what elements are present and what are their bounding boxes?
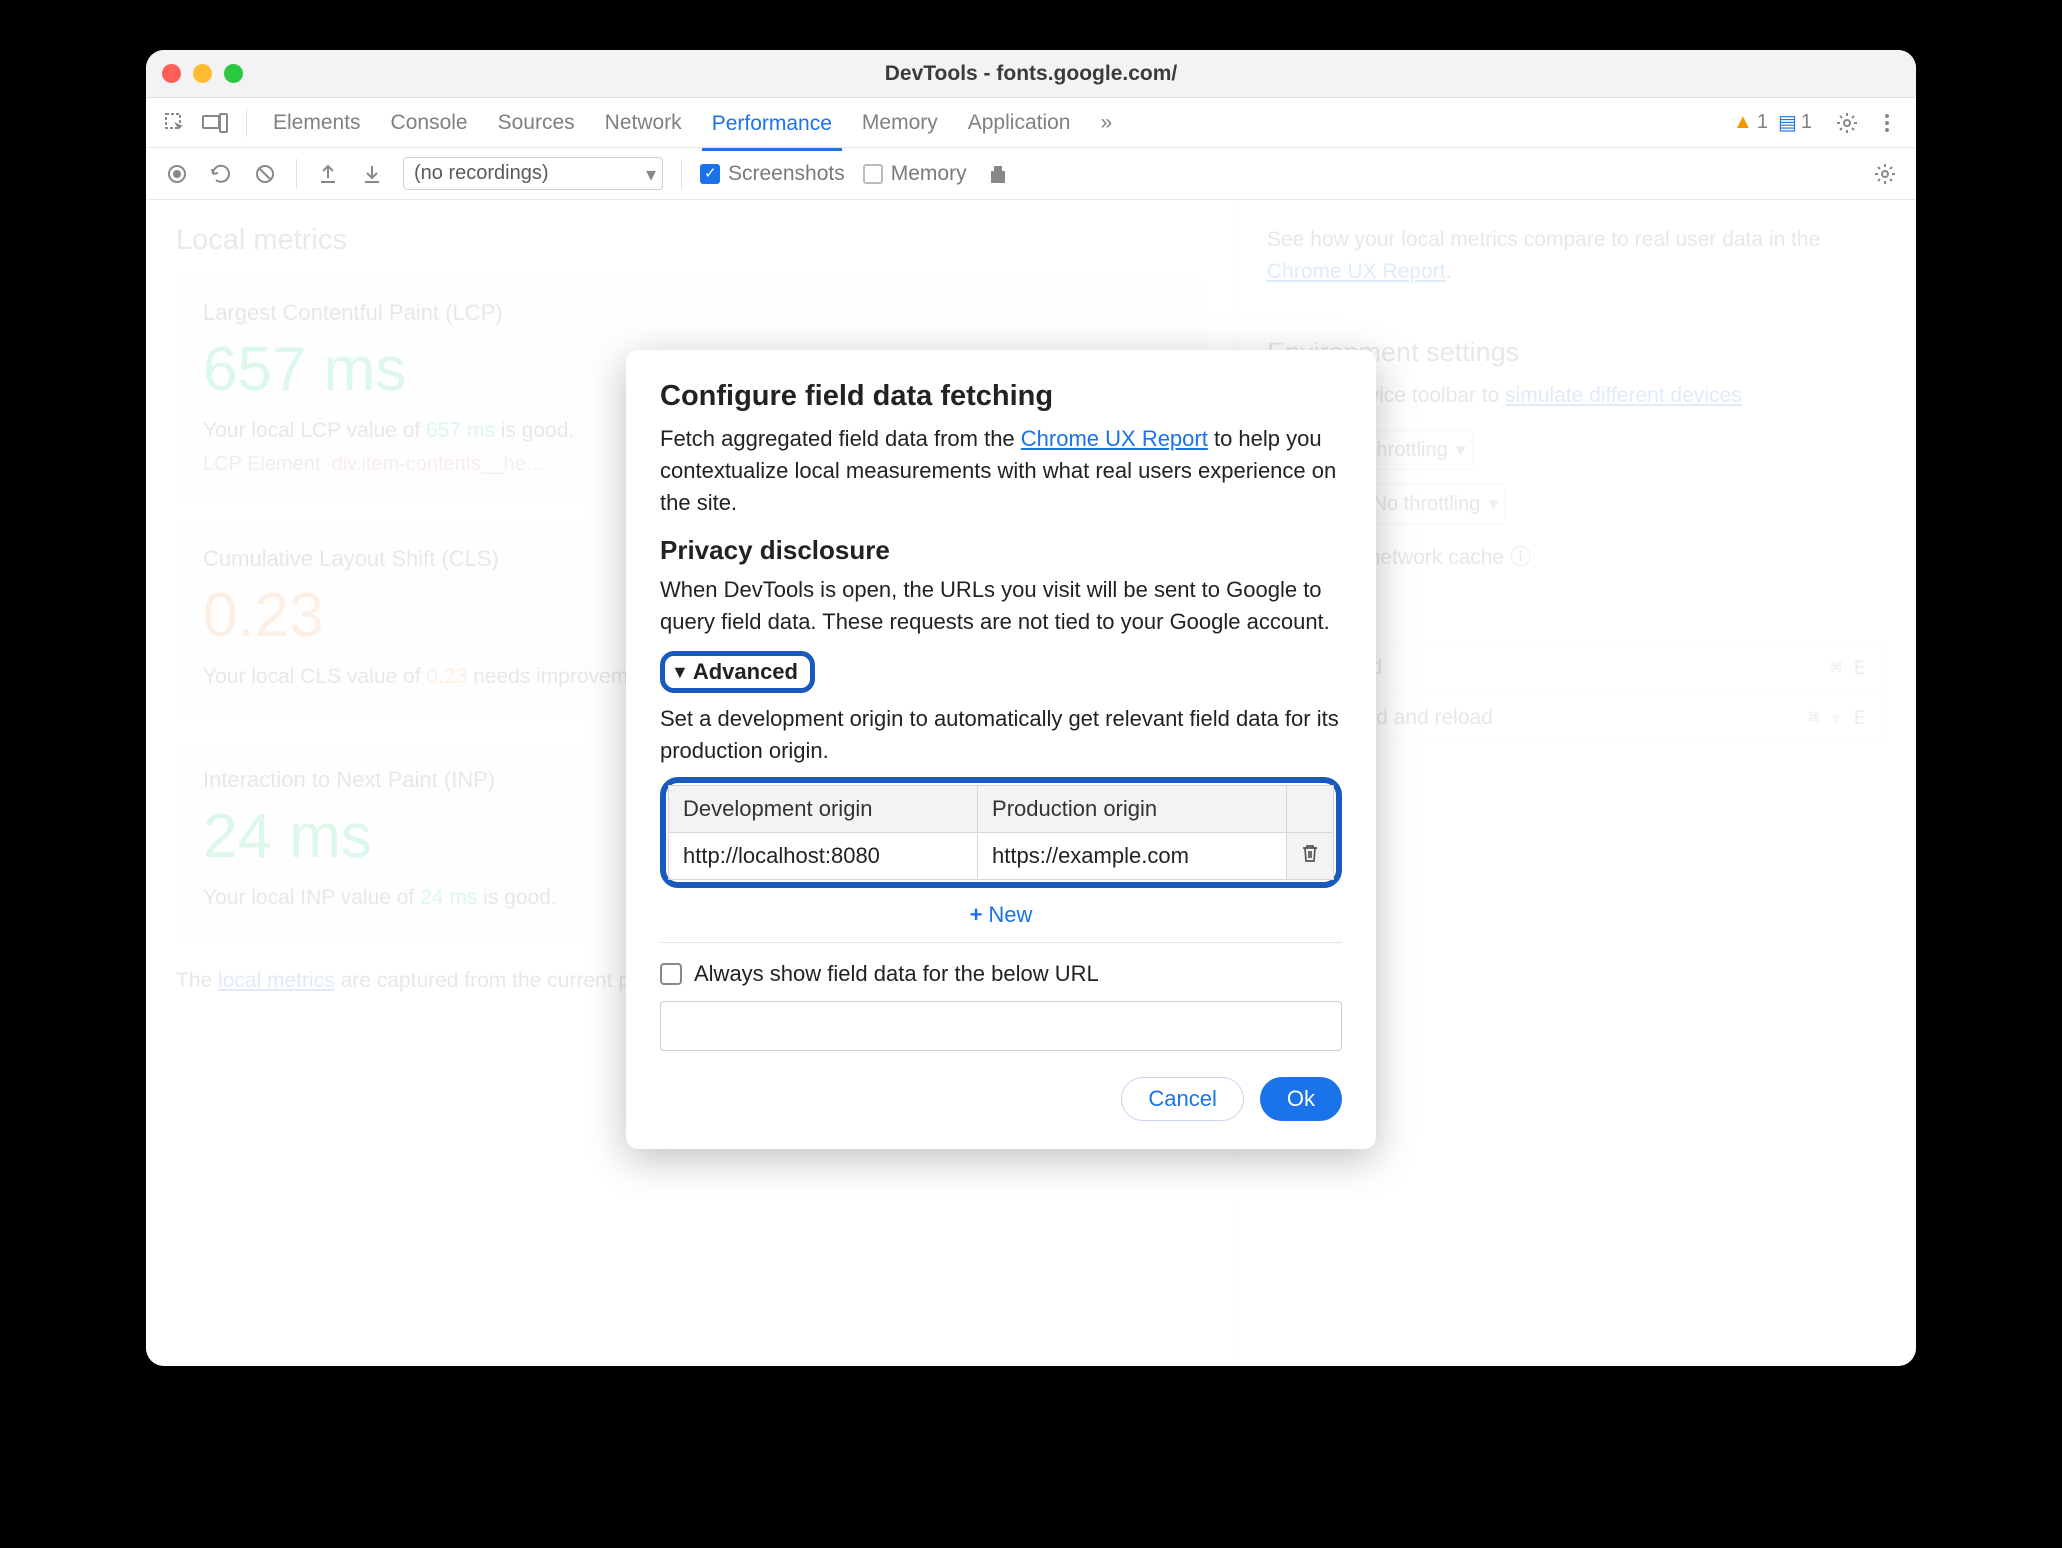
reload-icon[interactable] (208, 161, 234, 187)
crux-report-link[interactable]: Chrome UX Report (1021, 426, 1208, 451)
tab-memory[interactable]: Memory (852, 107, 948, 139)
inspect-element-icon[interactable] (160, 108, 190, 138)
device-toolbar-icon[interactable] (200, 108, 230, 138)
privacy-heading: Privacy disclosure (660, 535, 1342, 566)
delete-row-button[interactable] (1287, 833, 1334, 880)
add-row-button[interactable]: +New (660, 902, 1342, 928)
tab-elements[interactable]: Elements (263, 107, 371, 139)
triangle-down-icon: ▼ (671, 662, 689, 683)
checkbox-off-icon (863, 164, 883, 184)
gc-icon[interactable] (985, 161, 1011, 187)
dialog-intro: Fetch aggregated field data from the Chr… (660, 423, 1342, 519)
titlebar: DevTools - fonts.google.com/ (146, 50, 1916, 98)
performance-content: Local metrics Largest Contentful Paint (… (146, 200, 1916, 1366)
origin-mapping-table: Development origin Production origin htt… (668, 785, 1334, 880)
tab-sources[interactable]: Sources (488, 107, 585, 139)
th-dev-origin: Development origin (669, 786, 978, 833)
checkbox-off-icon (660, 963, 682, 985)
separator (681, 159, 682, 189)
origin-mapping-table-highlight: Development origin Production origin htt… (660, 777, 1342, 888)
dialog-title: Configure field data fetching (660, 380, 1342, 413)
record-icon[interactable] (164, 161, 190, 187)
clear-icon[interactable] (252, 161, 278, 187)
tabs-overflow[interactable]: » (1090, 107, 1122, 139)
privacy-body: When DevTools is open, the URLs you visi… (660, 574, 1342, 638)
window-title: DevTools - fonts.google.com/ (146, 62, 1916, 86)
settings-gear-icon[interactable] (1872, 161, 1898, 187)
checkbox-on-icon (700, 164, 720, 184)
devtools-window: DevTools - fonts.google.com/ Elements Co… (146, 50, 1916, 1366)
tab-console[interactable]: Console (381, 107, 478, 139)
separator (296, 159, 297, 189)
advanced-toggle[interactable]: ▼Advanced (660, 651, 815, 693)
field-data-dialog: Configure field data fetching Fetch aggr… (626, 350, 1376, 1149)
performance-toolbar: (no recordings) Screenshots Memory (146, 148, 1916, 200)
always-show-checkbox-row[interactable]: Always show field data for the below URL (660, 961, 1342, 987)
separator (246, 109, 247, 137)
dialog-footer: Cancel Ok (660, 1077, 1342, 1121)
messages-badge[interactable]: ▤1 (1778, 110, 1812, 135)
issues-badge[interactable]: ▲1 (1733, 111, 1768, 134)
th-prod-origin: Production origin (978, 786, 1287, 833)
advanced-desc: Set a development origin to automaticall… (660, 703, 1342, 767)
devtools-top-tabs: Elements Console Sources Network Perform… (146, 98, 1916, 148)
table-row: http://localhost:8080 https://example.co… (669, 833, 1334, 880)
more-icon[interactable] (1872, 108, 1902, 138)
cell-prod-origin[interactable]: https://example.com (978, 833, 1287, 880)
cancel-button[interactable]: Cancel (1121, 1077, 1243, 1121)
tab-application[interactable]: Application (958, 107, 1081, 139)
settings-icon[interactable] (1832, 108, 1862, 138)
memory-checkbox[interactable]: Memory (863, 162, 967, 186)
recordings-dropdown[interactable]: (no recordings) (403, 157, 663, 190)
trash-icon (1301, 843, 1319, 863)
divider (660, 942, 1342, 943)
tab-network[interactable]: Network (595, 107, 692, 139)
th-actions (1287, 786, 1334, 833)
upload-icon[interactable] (315, 161, 341, 187)
url-override-input[interactable] (660, 1001, 1342, 1051)
download-icon[interactable] (359, 161, 385, 187)
plus-icon: + (970, 902, 983, 927)
ok-button[interactable]: Ok (1260, 1077, 1342, 1121)
cell-dev-origin[interactable]: http://localhost:8080 (669, 833, 978, 880)
tab-performance[interactable]: Performance (702, 108, 842, 151)
screenshots-checkbox[interactable]: Screenshots (700, 162, 845, 186)
